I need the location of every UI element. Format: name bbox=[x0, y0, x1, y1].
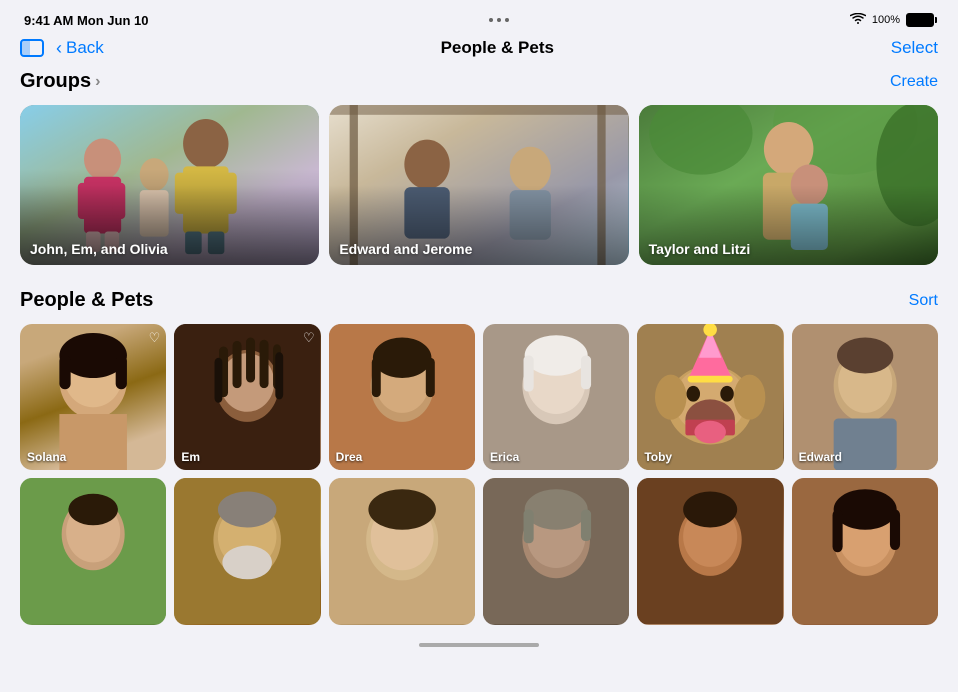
person-card-em[interactable]: ♡ Em bbox=[174, 324, 320, 470]
person-photo-toby bbox=[637, 324, 783, 470]
person-card-8[interactable] bbox=[174, 478, 320, 624]
people-section-header: People & Pets Sort bbox=[20, 289, 938, 312]
person-card-10[interactable] bbox=[483, 478, 629, 624]
person-label-edward: Edward bbox=[799, 450, 842, 464]
people-grid-row2 bbox=[20, 478, 938, 624]
person-label-erica: Erica bbox=[490, 450, 519, 464]
nav-bar: ‹ Back People & Pets Select bbox=[0, 34, 958, 66]
battery-percentage: 100% bbox=[872, 14, 900, 26]
person-photo-solana bbox=[20, 324, 166, 470]
status-right: 100% bbox=[850, 13, 934, 28]
status-bar: 9:41 AM Mon Jun 10 100% bbox=[0, 0, 958, 34]
person-photo-drea bbox=[329, 324, 475, 470]
groups-title[interactable]: Groups › bbox=[20, 70, 100, 93]
person-label-em: Em bbox=[181, 450, 200, 464]
person-label-drea: Drea bbox=[336, 450, 363, 464]
people-grid-row1: ♡ Solana bbox=[20, 324, 938, 470]
status-dot-3 bbox=[505, 18, 509, 22]
back-chevron-icon: ‹ bbox=[56, 39, 62, 57]
main-content: Groups › Create bbox=[0, 66, 958, 672]
person-card-12[interactable] bbox=[792, 478, 938, 624]
group-card-label-0: John, Em, and Olivia bbox=[30, 241, 168, 257]
scroll-pill bbox=[419, 643, 539, 647]
person-card-7[interactable] bbox=[20, 478, 166, 624]
person-photo-9 bbox=[329, 478, 475, 624]
status-dot-2 bbox=[497, 18, 501, 22]
device-frame: 9:41 AM Mon Jun 10 100% bbox=[0, 0, 958, 692]
sidebar-toggle-icon[interactable] bbox=[20, 39, 44, 57]
person-photo-12 bbox=[792, 478, 938, 624]
person-photo-7 bbox=[20, 478, 166, 624]
nav-left: ‹ Back bbox=[20, 38, 104, 58]
back-button[interactable]: ‹ Back bbox=[56, 38, 104, 58]
person-card-9[interactable] bbox=[329, 478, 475, 624]
people-section: People & Pets Sort bbox=[20, 289, 938, 625]
battery-icon bbox=[906, 13, 934, 27]
scroll-indicator bbox=[20, 635, 938, 655]
wifi-icon bbox=[850, 13, 866, 28]
group-card-0[interactable]: John, Em, and Olivia bbox=[20, 105, 319, 265]
sort-button[interactable]: Sort bbox=[909, 292, 938, 310]
person-card-drea[interactable]: Drea bbox=[329, 324, 475, 470]
person-card-11[interactable] bbox=[637, 478, 783, 624]
person-card-solana[interactable]: ♡ Solana bbox=[20, 324, 166, 470]
person-card-toby[interactable]: Toby bbox=[637, 324, 783, 470]
group-card-label-2: Taylor and Litzi bbox=[649, 241, 751, 257]
status-dot-1 bbox=[489, 18, 493, 22]
person-photo-10 bbox=[483, 478, 629, 624]
person-label-solana: Solana bbox=[27, 450, 66, 464]
group-card-label-1: Edward and Jerome bbox=[339, 241, 472, 257]
status-center bbox=[489, 18, 509, 22]
person-photo-erica bbox=[483, 324, 629, 470]
groups-title-text: Groups bbox=[20, 70, 91, 93]
person-photo-8 bbox=[174, 478, 320, 624]
status-time: 9:41 AM Mon Jun 10 bbox=[24, 13, 148, 28]
heart-icon-em: ♡ bbox=[303, 330, 315, 346]
create-button[interactable]: Create bbox=[890, 73, 938, 91]
person-card-erica[interactable]: Erica bbox=[483, 324, 629, 470]
person-photo-edward bbox=[792, 324, 938, 470]
person-photo-11 bbox=[637, 478, 783, 624]
group-card-2[interactable]: Taylor and Litzi bbox=[639, 105, 938, 265]
heart-icon-solana: ♡ bbox=[149, 330, 161, 346]
battery-fill bbox=[907, 14, 933, 26]
person-card-edward[interactable]: Edward bbox=[792, 324, 938, 470]
people-title: People & Pets bbox=[20, 289, 153, 312]
groups-grid: John, Em, and Olivia bbox=[20, 105, 938, 265]
select-button[interactable]: Select bbox=[891, 38, 938, 58]
person-label-toby: Toby bbox=[644, 450, 672, 464]
groups-chevron-icon: › bbox=[95, 73, 100, 91]
group-card-1[interactable]: Edward and Jerome bbox=[329, 105, 628, 265]
groups-section-header: Groups › Create bbox=[20, 70, 938, 93]
page-title: People & Pets bbox=[441, 38, 554, 58]
person-photo-em bbox=[174, 324, 320, 470]
back-label: Back bbox=[66, 38, 104, 58]
